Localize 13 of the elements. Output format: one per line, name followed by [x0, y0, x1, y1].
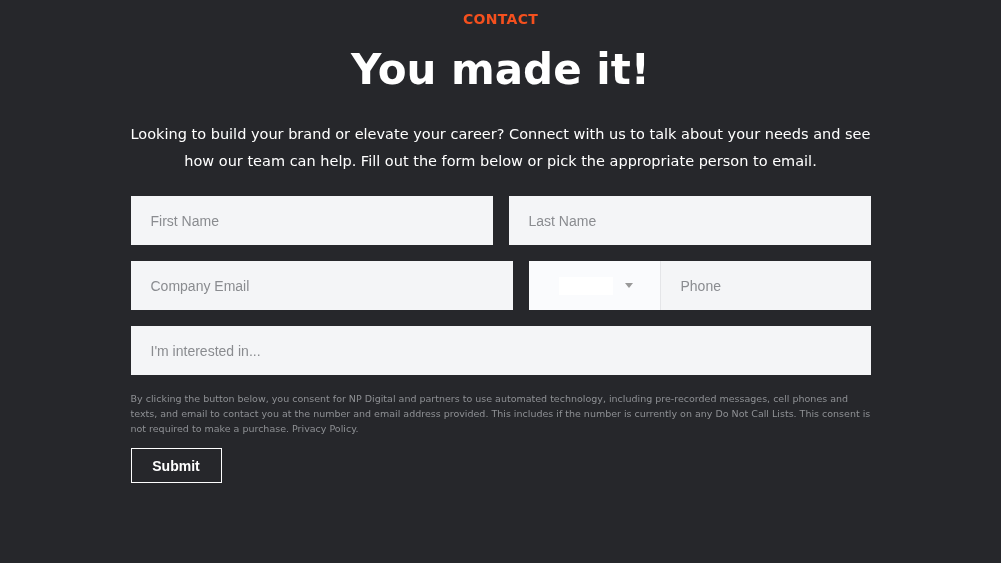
email-field[interactable]: Company Email: [130, 261, 513, 310]
section-label: CONTACT: [462, 11, 539, 27]
first-name-field[interactable]: First Name: [130, 196, 493, 245]
page-heading: You made it!: [351, 44, 650, 96]
submit-button[interactable]: Submit: [130, 448, 222, 483]
country-dropdown[interactable]: [528, 261, 661, 310]
caret-icon: [624, 283, 633, 288]
privacy-policy-link[interactable]: Privacy Policy.: [292, 423, 359, 434]
consent-text: By clicking the button below, you consent for NP Digital and partners to use automated technology, including pre-recorded messages, cell phones and texts, and email to contact you at the number and email address provided. This includes if the number is currently on any Do Not Call Lists. This consent is not required to make a purchase. Privacy Policy.: [130, 392, 871, 436]
last-name-field[interactable]: Last Name: [508, 196, 871, 245]
intro-paragraph: Looking to build your brand or elevate your career? Connect with us to talk about your needs and see how our team can help. Fill out the form below or pick the appropriate person to email.: [129, 125, 872, 171]
phone-field[interactable]: Phone: [660, 261, 871, 310]
interest-field[interactable]: I'm interested in...: [130, 326, 871, 375]
